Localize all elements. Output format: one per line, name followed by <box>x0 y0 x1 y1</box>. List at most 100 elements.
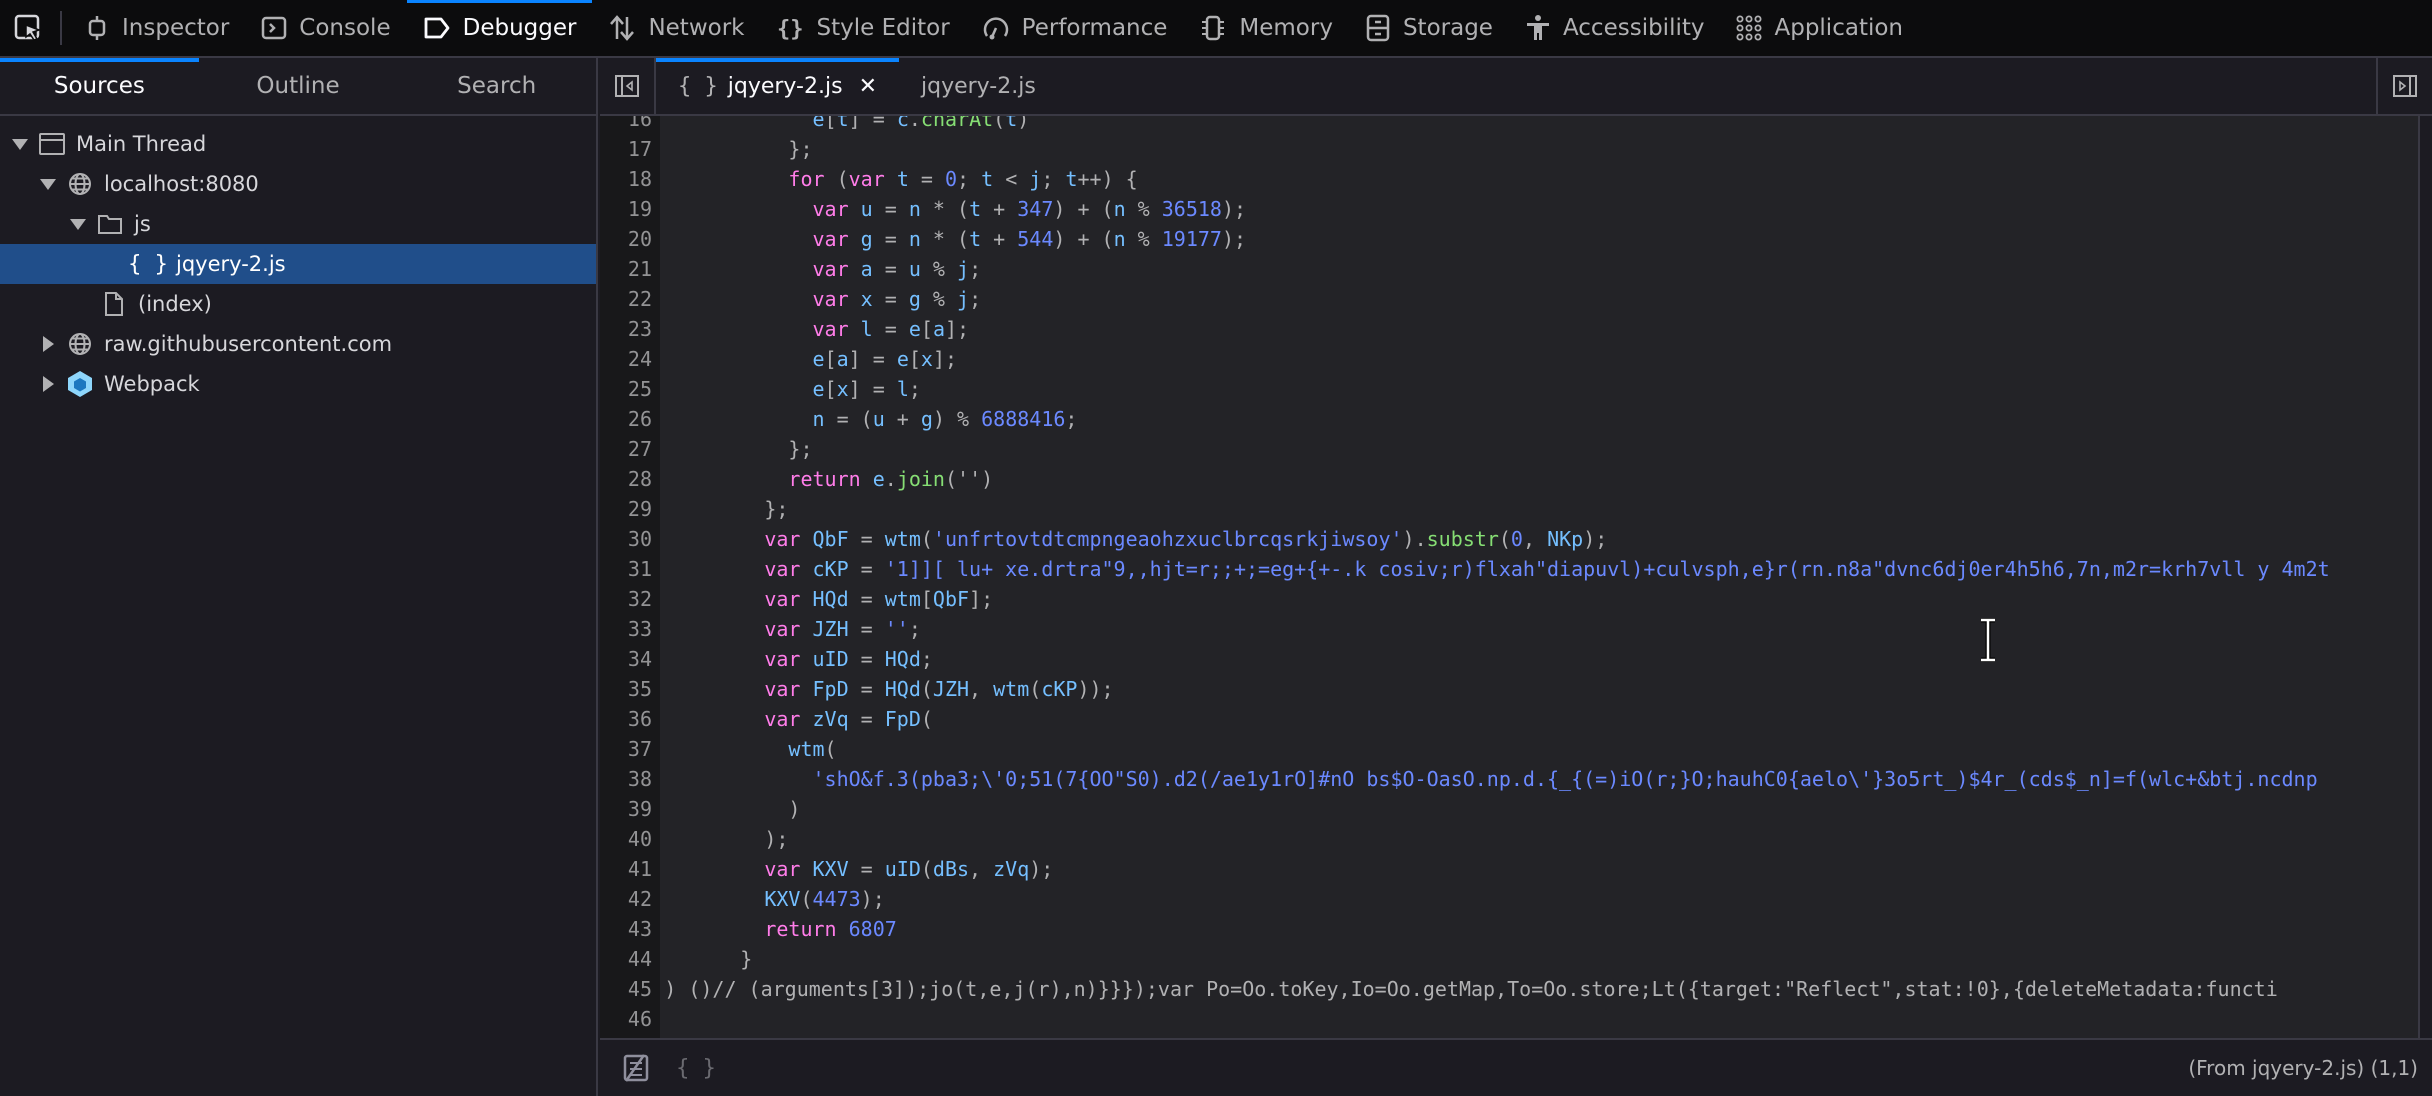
line-number[interactable]: 24 <box>600 344 652 374</box>
element-picker-button[interactable] <box>0 0 56 57</box>
line-number[interactable]: 34 <box>600 644 652 674</box>
line-number[interactable]: 40 <box>600 824 652 854</box>
code-editor[interactable]: 16 e[t] = c.charAt(t) 17 }; 18 for (var t … <box>600 116 2418 1038</box>
code-line[interactable]: 28 return e.join('') <box>600 464 2418 494</box>
code-line[interactable]: 31 var cKP = '1]][ lu+ xe.drtra"9,,hjt=r… <box>600 554 2418 584</box>
code-line[interactable]: 44 } <box>600 944 2418 974</box>
code-line[interactable]: 45 ) ()// (arguments[3]);jo(t,e,j(r),n)}… <box>600 974 2418 1004</box>
close-tab-icon[interactable]: ✕ <box>859 74 877 99</box>
code-line[interactable]: 36 var zVq = FpD( <box>600 704 2418 734</box>
tree-item-localhost[interactable]: localhost:8080 <box>0 164 596 204</box>
vertical-scrollbar[interactable] <box>2418 116 2432 1038</box>
tree-item-js-folder[interactable]: js <box>0 204 596 244</box>
tab-search[interactable]: Search <box>397 58 596 114</box>
line-number[interactable]: 20 <box>600 224 652 254</box>
code-line[interactable]: 40 ); <box>600 824 2418 854</box>
blackbox-source-button[interactable] <box>612 1044 660 1092</box>
code-line[interactable]: 35 var FpD = HQd(JZH, wtm(cKP)); <box>600 674 2418 704</box>
code-line[interactable]: 30 var QbF = wtm('unfrtovtdtcmpngeaohzxu… <box>600 524 2418 554</box>
file-icon <box>100 290 128 318</box>
tree-item-raw-githubusercontent[interactable]: raw.githubusercontent.com <box>0 324 596 364</box>
expand-arrow-icon[interactable] <box>36 172 60 196</box>
collapse-arrow-icon[interactable] <box>36 332 60 356</box>
expand-arrow-icon[interactable] <box>66 212 90 236</box>
line-number[interactable]: 46 <box>600 1004 652 1034</box>
tab-memory[interactable]: Memory <box>1183 0 1349 57</box>
code-line[interactable]: 24 e[a] = e[x]; <box>600 344 2418 374</box>
line-number[interactable]: 23 <box>600 314 652 344</box>
line-number[interactable]: 19 <box>600 194 652 224</box>
code-line[interactable]: 20 var g = n * (t + 544) + (n % 19177); <box>600 224 2418 254</box>
tab-accessibility[interactable]: Accessibility <box>1509 0 1721 57</box>
code-line[interactable]: 23 var l = e[a]; <box>600 314 2418 344</box>
line-number[interactable]: 25 <box>600 374 652 404</box>
line-number[interactable]: 33 <box>600 614 652 644</box>
code-line[interactable]: 46 <box>600 1004 2418 1034</box>
line-number[interactable]: 16 <box>600 116 652 134</box>
code-line[interactable]: 33 var JZH = ''; <box>600 614 2418 644</box>
line-number[interactable]: 32 <box>600 584 652 614</box>
tab-storage[interactable]: Storage <box>1349 0 1509 57</box>
code-line[interactable]: 29 }; <box>600 494 2418 524</box>
code-line[interactable]: 34 var uID = HQd; <box>600 644 2418 674</box>
line-number[interactable]: 43 <box>600 914 652 944</box>
tab-performance[interactable]: Performance <box>966 0 1184 57</box>
sidebar-expand-icon <box>2393 75 2417 97</box>
code-line[interactable]: 41 var KXV = uID(dBs, zVq); <box>600 854 2418 884</box>
line-number[interactable]: 37 <box>600 734 652 764</box>
line-number[interactable]: 30 <box>600 524 652 554</box>
code-line[interactable]: 16 e[t] = c.charAt(t) <box>600 116 2418 134</box>
code-line[interactable]: 26 n = (u + g) % 6888416; <box>600 404 2418 434</box>
code-line[interactable]: 18 for (var t = 0; t < j; t++) { <box>600 164 2418 194</box>
code-line[interactable]: 27 }; <box>600 434 2418 464</box>
line-number[interactable]: 22 <box>600 284 652 314</box>
line-number[interactable]: 17 <box>600 134 652 164</box>
code-line[interactable]: 19 var u = n * (t + 347) + (n % 36518); <box>600 194 2418 224</box>
line-number[interactable]: 18 <box>600 164 652 194</box>
tab-inspector[interactable]: Inspector <box>68 0 245 57</box>
code-line[interactable]: 43 return 6807 <box>600 914 2418 944</box>
line-number[interactable]: 26 <box>600 404 652 434</box>
expand-arrow-icon[interactable] <box>8 132 32 156</box>
line-number[interactable]: 36 <box>600 704 652 734</box>
sources-sidebar: Sources Outline Search Main Thread local… <box>0 58 598 1096</box>
tab-outline[interactable]: Outline <box>199 58 398 114</box>
toggle-sources-pane-button[interactable] <box>600 58 656 114</box>
tab-network[interactable]: Network <box>592 0 760 57</box>
tab-style-editor[interactable]: {} Style Editor <box>761 0 966 57</box>
line-number[interactable]: 38 <box>600 764 652 794</box>
code-line[interactable]: 22 var x = g % j; <box>600 284 2418 314</box>
line-number[interactable]: 21 <box>600 254 652 284</box>
tree-item-index[interactable]: (index) <box>0 284 596 324</box>
code-line[interactable]: 37 wtm( <box>600 734 2418 764</box>
tree-item-main-thread[interactable]: Main Thread <box>0 124 596 164</box>
line-number[interactable]: 29 <box>600 494 652 524</box>
pretty-print-button[interactable]: { } <box>672 1044 720 1092</box>
tree-item-label: Main Thread <box>76 132 207 156</box>
tree-item-webpack[interactable]: Webpack <box>0 364 596 404</box>
line-number[interactable]: 31 <box>600 554 652 584</box>
tab-sources[interactable]: Sources <box>0 58 199 114</box>
code-line[interactable]: 42 KXV(4473); <box>600 884 2418 914</box>
collapse-arrow-icon[interactable] <box>36 372 60 396</box>
code-line[interactable]: 21 var a = u % j; <box>600 254 2418 284</box>
tree-item-jqyery-js[interactable]: { } jqyery-2.js <box>0 244 596 284</box>
source-tab-pretty-jqyery[interactable]: { } jqyery-2.js ✕ <box>656 58 899 114</box>
code-line[interactable]: 17 }; <box>600 134 2418 164</box>
code-line[interactable]: 39 ) <box>600 794 2418 824</box>
code-line[interactable]: 32 var HQd = wtm[QbF]; <box>600 584 2418 614</box>
tab-debugger[interactable]: Debugger <box>406 0 593 57</box>
line-number[interactable]: 27 <box>600 434 652 464</box>
line-number[interactable]: 28 <box>600 464 652 494</box>
line-number[interactable]: 42 <box>600 884 652 914</box>
line-number[interactable]: 44 <box>600 944 652 974</box>
tab-console[interactable]: Console <box>245 0 406 57</box>
line-number[interactable]: 39 <box>600 794 652 824</box>
code-line[interactable]: 25 e[x] = l; <box>600 374 2418 404</box>
line-number[interactable]: 35 <box>600 674 652 704</box>
source-tab-jqyery[interactable]: jqyery-2.js <box>899 58 1058 114</box>
code-line[interactable]: 38 'shO&f.3(pba3;\'0;51(7{OO"S0).d2(/ae1… <box>600 764 2418 794</box>
line-number[interactable]: 41 <box>600 854 652 884</box>
tab-application[interactable]: Application <box>1720 0 1919 57</box>
toggle-debugger-pane-button[interactable] <box>2376 58 2432 114</box>
